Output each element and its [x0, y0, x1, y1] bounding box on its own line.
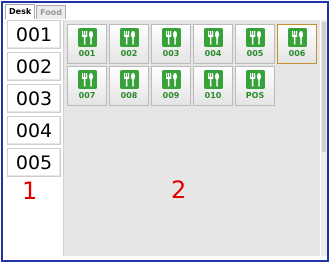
fork-knife-icon	[77, 70, 97, 89]
fork-knife-icon	[203, 28, 223, 47]
table-tile-label: POS	[245, 91, 265, 100]
pos-window: Desk Food 001 002 003 004 005 1 001 002 00…	[1, 1, 329, 262]
table-tile[interactable]: 003	[151, 24, 191, 64]
table-tile[interactable]: 006	[277, 24, 317, 64]
fork-knife-icon	[245, 28, 265, 47]
table-grid: 001 002 003 004 005 006 007 008 009 010 POS	[67, 24, 317, 106]
fork-knife-icon	[245, 70, 265, 89]
tab-desk[interactable]: Desk	[5, 4, 36, 19]
table-tile-label: 010	[204, 91, 222, 100]
table-tile[interactable]: 005	[235, 24, 275, 64]
table-tile[interactable]: 010	[193, 66, 233, 106]
table-tile[interactable]: 002	[109, 24, 149, 64]
fork-knife-icon	[287, 28, 307, 47]
table-tile-label: 008	[120, 91, 138, 100]
table-tile-label: 009	[162, 91, 180, 100]
table-tile-label: 002	[120, 49, 138, 58]
table-tile[interactable]: POS	[235, 66, 275, 106]
table-tile[interactable]: 001	[67, 24, 107, 64]
fork-knife-icon	[203, 70, 223, 89]
left-panel-number: 1	[22, 177, 38, 205]
table-tile-label: 001	[78, 49, 96, 58]
table-tile[interactable]: 009	[151, 66, 191, 106]
tab-food[interactable]: Food	[36, 5, 67, 19]
table-tile-label: 005	[246, 49, 264, 58]
table-tile[interactable]: 007	[67, 66, 107, 106]
table-tile[interactable]: 004	[193, 24, 233, 64]
table-tile-label: 007	[78, 91, 96, 100]
table-tile-label: 003	[162, 49, 180, 58]
table-tile-label: 004	[204, 49, 222, 58]
scrollbar[interactable]	[321, 20, 327, 256]
area-item-005[interactable]: 005	[7, 148, 61, 177]
area-item-001[interactable]: 001	[7, 20, 61, 49]
fork-knife-icon	[119, 28, 139, 47]
area-list: 001 002 003 004 005	[7, 20, 61, 256]
area-item-002[interactable]: 002	[7, 52, 61, 81]
scrollbar-thumb[interactable]	[322, 22, 326, 152]
area-item-004[interactable]: 004	[7, 116, 61, 145]
right-panel-number: 2	[171, 176, 187, 204]
table-tile[interactable]: 008	[109, 66, 149, 106]
tab-bar: Desk Food	[5, 4, 67, 19]
area-item-003[interactable]: 003	[7, 84, 61, 113]
fork-knife-icon	[119, 70, 139, 89]
fork-knife-icon	[161, 70, 181, 89]
table-tile-label: 006	[288, 49, 306, 58]
fork-knife-icon	[77, 28, 97, 47]
table-grid-panel: 001 002 003 004 005 006 007 008 009 010 POS 2	[63, 20, 320, 256]
fork-knife-icon	[161, 28, 181, 47]
